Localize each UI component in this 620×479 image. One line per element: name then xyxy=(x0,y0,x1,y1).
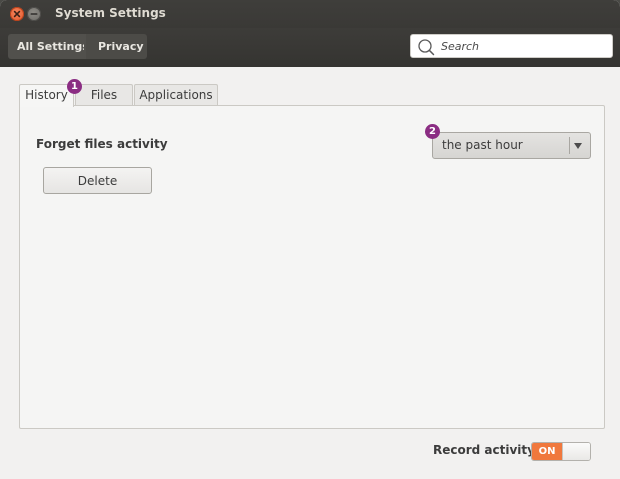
search-box[interactable] xyxy=(410,34,613,58)
record-activity-switch[interactable]: ON xyxy=(531,442,591,461)
tab-files[interactable]: Files xyxy=(75,84,133,106)
forget-period-value: the past hour xyxy=(442,138,523,152)
search-icon xyxy=(418,39,435,56)
annotation-badge-1: 1 xyxy=(67,79,82,94)
breadcrumb-privacy[interactable]: Privacy xyxy=(86,34,147,59)
tab-history[interactable]: History xyxy=(19,84,74,107)
window-title: System Settings xyxy=(55,6,166,20)
annotation-badge-2: 2 xyxy=(425,124,440,139)
record-activity-label: Record activity xyxy=(433,443,535,457)
tab-files-label: Files xyxy=(90,88,118,102)
search-input[interactable] xyxy=(441,37,606,55)
delete-button[interactable]: Delete xyxy=(43,167,152,194)
dropdown-separator xyxy=(569,137,570,154)
minimize-window-button[interactable] xyxy=(27,7,41,21)
chevron-down-icon xyxy=(574,143,582,149)
switch-knob[interactable] xyxy=(562,443,590,460)
forget-period-dropdown[interactable]: the past hour xyxy=(432,132,591,159)
minimize-icon xyxy=(30,13,38,15)
switch-on-label: ON xyxy=(532,443,562,460)
forget-files-label: Forget files activity xyxy=(36,137,168,151)
settings-window: System Settings All Settings Privacy His… xyxy=(0,0,620,479)
tab-history-label: History xyxy=(25,88,68,102)
title-bar: System Settings xyxy=(0,0,620,28)
tab-applications[interactable]: Applications xyxy=(134,84,218,106)
close-window-button[interactable] xyxy=(10,7,24,21)
close-icon xyxy=(13,10,21,18)
tab-applications-label: Applications xyxy=(139,88,213,102)
